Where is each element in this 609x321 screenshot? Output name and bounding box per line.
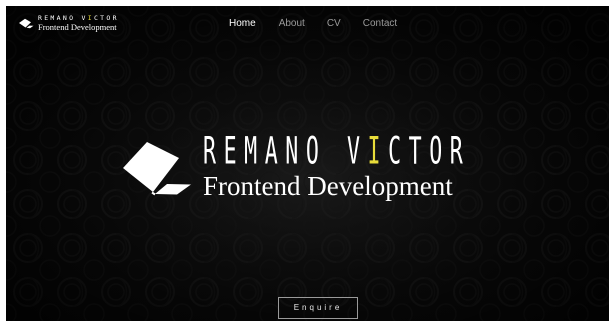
site-logo[interactable]: REMANO VICTOR Frontend Development — [18, 15, 119, 31]
laptop-icon — [121, 136, 193, 203]
main-nav: Home About CV Contact — [229, 18, 397, 29]
enquire-button[interactable]: Enquire — [278, 297, 358, 319]
nav-item-contact[interactable]: Contact — [363, 18, 397, 29]
laptop-icon — [18, 18, 34, 29]
nav-item-home[interactable]: Home — [229, 18, 256, 29]
hero-subtitle: Frontend Development — [203, 171, 453, 201]
logo-subtitle: Frontend Development — [38, 21, 117, 32]
logo-text: REMANO VICTOR Frontend Development — [38, 15, 119, 31]
logo-name: REMANO VICTOR — [38, 14, 119, 22]
nav-item-cv[interactable]: CV — [327, 18, 341, 29]
nav-item-about[interactable]: About — [279, 18, 305, 29]
hero-section: REMANO VICTOR Frontend Development — [121, 129, 521, 211]
hero-name: REMANO VICTOR — [203, 129, 471, 174]
page-viewport: REMANO VICTOR Frontend Development Home … — [6, 6, 609, 321]
top-navigation-bar: REMANO VICTOR Frontend Development Home … — [6, 6, 609, 40]
